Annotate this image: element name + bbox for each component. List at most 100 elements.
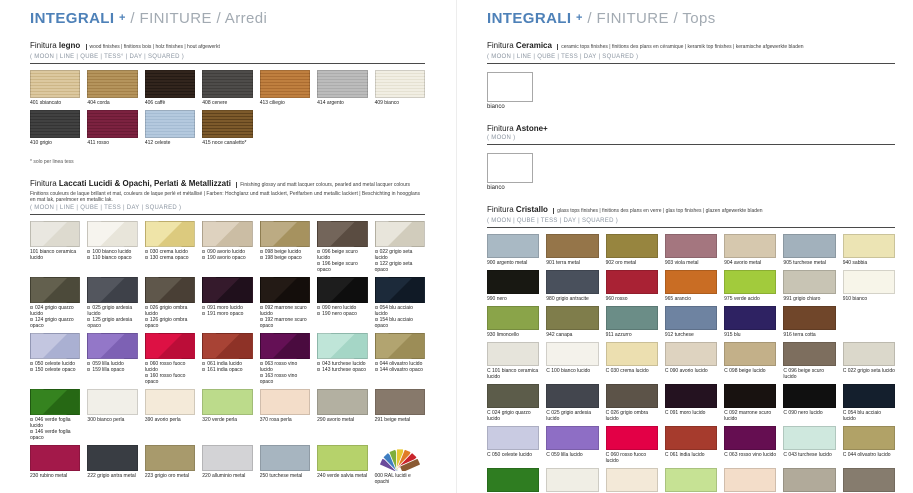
- section-finitura-ceramica: Finitura Ceramica ceramic tops finishes …: [487, 41, 895, 110]
- finish-type-icon: [375, 368, 378, 371]
- color-swatch: [606, 468, 658, 492]
- color-swatch: [202, 389, 252, 415]
- gloss-color-swatch: [317, 221, 367, 247]
- color-swatch: [724, 468, 776, 492]
- swatch-label: 290 avorio metal: [317, 417, 367, 423]
- section-divider: [487, 63, 895, 64]
- color-swatch: [546, 426, 598, 450]
- color-swatch: [724, 306, 776, 330]
- swatch-label-line: 290 avorio metal: [317, 417, 367, 423]
- swatch-label-line: 912 turchese: [665, 332, 717, 338]
- finish-type-icon: [260, 318, 263, 321]
- swatch-label: 900 argento metal: [487, 260, 539, 266]
- color-swatch: [783, 426, 835, 450]
- swatch-cell: 915 blu: [724, 306, 776, 338]
- swatch-cell: 901 terra metal: [546, 234, 598, 266]
- finish-type-icon: [202, 256, 205, 259]
- swatch-label-line: 154 blu acciaio opaco: [375, 317, 425, 329]
- finish-type-icon: [30, 306, 33, 309]
- color-swatch: [724, 426, 776, 450]
- color-swatch: [724, 384, 776, 408]
- swatch-label: 910 bianco: [843, 296, 895, 302]
- swatch-label-line: 410 grigio: [30, 140, 80, 146]
- finish-type-icon: [375, 318, 378, 321]
- swatch-cell: 100 bianco lucido110 bianco opaco: [87, 221, 137, 273]
- swatch-label: 916 terra cotta: [783, 332, 835, 338]
- swatch-label: 063 rosso vino lucido163 rosso vino opac…: [260, 361, 310, 385]
- swatch-label: 026 grigio ombra lucido126 grigio ombra …: [145, 305, 195, 329]
- gloss-color-swatch: [260, 277, 310, 303]
- models-list: ( MOON | LINE | QUBE | TESS° | DAY | SQU…: [30, 54, 425, 60]
- swatch-label-line: 930 limoncello: [487, 332, 539, 338]
- swatch-cell: C 063 rosso vino lucido: [724, 426, 776, 464]
- swatch-cell: C 046 verde foglia lucido: [487, 468, 539, 493]
- swatch-label-line: C 061 india lucido: [665, 452, 717, 458]
- swatch-label-line: 025 grigio ardesia lucido: [87, 305, 137, 317]
- swatch-label: 043 turchese lucido143 turchese opaco: [317, 361, 367, 373]
- swatch-label: 408 cenere: [202, 100, 252, 106]
- section-name: Astone+: [516, 124, 548, 133]
- wood-color-swatch: [87, 70, 137, 98]
- swatch-label-line: 910 bianco: [843, 296, 895, 302]
- color-swatch: [145, 445, 195, 471]
- swatch-label: 240 verde salvia metal: [317, 473, 367, 479]
- swatch-label-line: 991 grigio chiaro: [783, 296, 835, 302]
- swatch-label-line: C 091 moro lucido: [665, 410, 717, 416]
- brand-plus: +: [576, 12, 583, 24]
- swatch-label-line: C 025 grigio ardesia lucido: [546, 410, 598, 422]
- swatch-label-line: 124 grigio quarzo opaco: [30, 317, 80, 329]
- color-swatch: [843, 234, 895, 258]
- color-swatch: [546, 342, 598, 366]
- wood-color-swatch: [30, 70, 80, 98]
- wood-color-swatch: [317, 70, 367, 98]
- swatch-label: 090 avorio lucido190 avorio opaco: [202, 249, 252, 261]
- wood-color-swatch: [202, 110, 252, 138]
- swatch-label-line: 198 beige opaco: [260, 255, 310, 261]
- color-swatch: [202, 445, 252, 471]
- swatch-cell: 409 bianco: [375, 70, 425, 106]
- gloss-color-swatch: [317, 277, 367, 303]
- swatch-label: 960 rosso: [606, 296, 658, 302]
- swatch-label: 022 grigio seta lucido122 grigio seta op…: [375, 249, 425, 273]
- swatch-cell: C 050 celeste lucido: [487, 426, 539, 464]
- swatch-label-line: 915 blu: [724, 332, 776, 338]
- gloss-color-swatch: [375, 277, 425, 303]
- swatch-cell: 022 grigio seta lucido122 grigio seta op…: [375, 221, 425, 273]
- swatch-label: 222 grigio antra metal: [87, 473, 137, 479]
- swatch-cell: 991 grigio chiaro: [783, 270, 835, 302]
- swatch-cell: 414 argento: [317, 70, 367, 106]
- brand-plus: +: [119, 12, 126, 24]
- swatch-label: C 091 moro lucido: [665, 410, 717, 416]
- swatch-label: 030 crema lucido130 crema opaco: [145, 249, 195, 261]
- swatch-label: C 059 lilla lucido: [546, 452, 598, 458]
- swatch-label: C 090 avorio lucido: [665, 368, 717, 374]
- swatch-label-line: 222 grigio antra metal: [87, 473, 137, 479]
- section-name: Laccati Lucidi & Opachi, Perlati & Metal…: [59, 179, 231, 188]
- swatch-label: C 092 marrone scuro lucido: [724, 410, 776, 422]
- color-swatch: [665, 426, 717, 450]
- finish-type-icon: [375, 306, 378, 309]
- brand-text: INTEGRALI: [487, 10, 571, 27]
- swatch-label-line: 240 verde salvia metal: [317, 473, 367, 479]
- swatch-cell: C 054 blu acciaio lucido: [843, 384, 895, 422]
- finish-type-icon: [317, 312, 320, 315]
- swatch-cell: 940 sabbia: [843, 234, 895, 266]
- swatch-cell: 916 terra cotta: [783, 306, 835, 338]
- empty-cell: [260, 110, 310, 146]
- swatch-cell: C 370 rosa perla: [724, 468, 776, 493]
- swatch-label-line: 320 verde perla: [202, 417, 252, 423]
- swatch-cell: 930 limoncello: [487, 306, 539, 338]
- section-translations: Finishing glossy and matt lacquer colour…: [236, 182, 410, 188]
- gloss-color-swatch: [260, 221, 310, 247]
- swatch-label-line: C 044 olivastro lucido: [843, 452, 895, 458]
- swatch-cell: 401 sbiancato: [30, 70, 80, 106]
- lacquer-swatch-grid: 101 bianco ceramica lucido100 bianco luc…: [30, 221, 425, 489]
- swatch-label: 915 blu: [724, 332, 776, 338]
- swatch-cell: 965 arancio: [665, 270, 717, 302]
- swatch-label: C 025 grigio ardesia lucido: [546, 410, 598, 422]
- section-finitura-laccati: Finitura Laccati Lucidi & Opachi, Perlat…: [30, 179, 425, 489]
- section-name: legno: [59, 41, 80, 50]
- swatch-cell: 025 grigio ardesia lucido125 grigio arde…: [87, 277, 137, 329]
- swatch-label-line: C 101 bianco ceramica lucido: [487, 368, 539, 380]
- wood-color-swatch: [202, 70, 252, 98]
